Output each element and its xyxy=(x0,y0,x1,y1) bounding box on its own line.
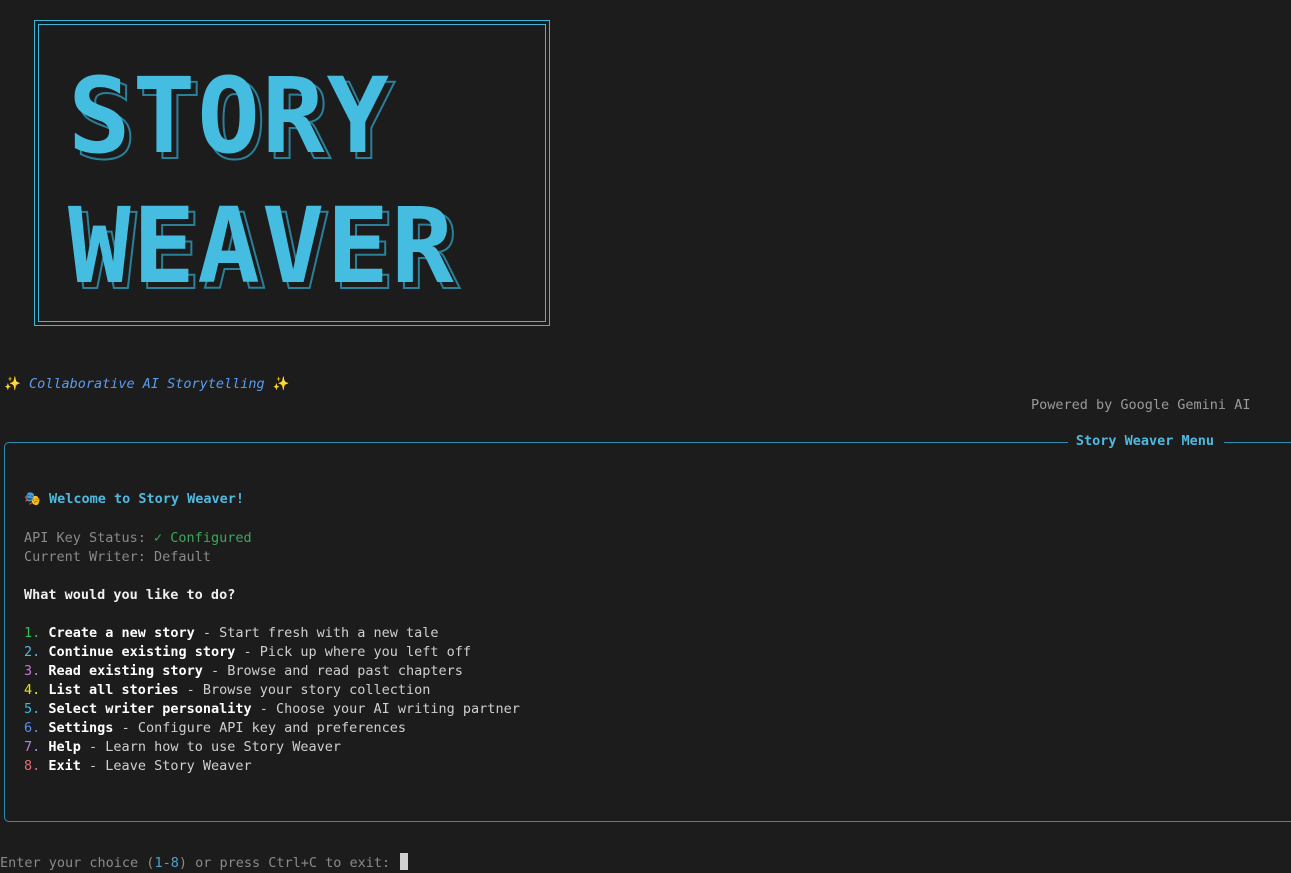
menu-item-name: Create a new story xyxy=(48,625,195,641)
menu-item-8[interactable]: 8. Exit - Leave Story Weaver xyxy=(24,758,252,774)
menu-item-name: Continue existing story xyxy=(48,644,236,660)
tagline: ✨ Collaborative AI Storytelling ✨ xyxy=(4,376,290,392)
menu-item-number: 5. xyxy=(24,701,41,717)
current-writer: Current Writer: Default xyxy=(24,549,211,565)
logo-line1: STORY xyxy=(68,55,391,177)
menu-item-name: Help xyxy=(48,739,81,755)
menu-item-number: 2. xyxy=(24,644,41,660)
menu-item-name: List all stories xyxy=(48,682,179,698)
api-key-label: API Key Status: xyxy=(24,530,155,546)
prompt-before: Enter your choice ( xyxy=(0,855,155,871)
tagline-text: Collaborative AI Storytelling xyxy=(28,376,265,392)
powered-by-text: Powered by Google Gemini AI xyxy=(1031,397,1251,413)
menu-item-name: Read existing story xyxy=(48,663,203,679)
menu-item-name: Select writer personality xyxy=(48,701,252,717)
menu-item-number: 1. xyxy=(24,625,41,641)
menu-item-2[interactable]: 2. Continue existing story - Pick up whe… xyxy=(24,644,471,660)
story-weaver-logo: STORY WEAVER STORY WEAVER xyxy=(68,55,461,314)
prompt-after: ) or press Ctrl+C to exit: xyxy=(178,855,399,871)
api-key-value: ✓ Configured xyxy=(154,530,252,546)
menu-item-name: Settings xyxy=(48,720,114,736)
menu-item-name: Exit xyxy=(48,758,81,774)
menu-panel-title: Story Weaver Menu xyxy=(1067,433,1224,449)
menu-item-description: - Configure API key and preferences xyxy=(113,720,407,736)
theater-masks-icon: 🎭 xyxy=(24,491,41,507)
sparkles-icon: ✨ xyxy=(4,376,21,392)
menu-item-4[interactable]: 4. List all stories - Browse your story … xyxy=(24,682,430,698)
menu-item-number: 4. xyxy=(24,682,41,698)
sparkles-icon: ✨ xyxy=(272,376,290,392)
logo-line2: WEAVER xyxy=(68,185,456,307)
menu-item-description: - Browse your story collection xyxy=(178,682,431,698)
menu-item-number: 7. xyxy=(24,739,41,755)
menu-item-number: 3. xyxy=(24,663,41,679)
menu-question: What would you like to do? xyxy=(24,587,236,603)
menu-item-description: - Browse and read past chapters xyxy=(202,663,463,679)
menu-item-number: 8. xyxy=(24,758,41,774)
prompt-range: 1-8 xyxy=(154,855,179,871)
choice-prompt[interactable]: Enter your choice (1-8) or press Ctrl+C … xyxy=(0,853,409,871)
menu-item-1[interactable]: 1. Create a new story - Start fresh with… xyxy=(24,625,439,641)
menu-title-text: Story Weaver Menu xyxy=(1075,433,1214,449)
menu-item-number: 6. xyxy=(24,720,41,736)
api-key-status: API Key Status: ✓ Configured xyxy=(24,530,252,546)
menu-item-3[interactable]: 3. Read existing story - Browse and read… xyxy=(24,663,463,679)
menu-item-7[interactable]: 7. Help - Learn how to use Story Weaver xyxy=(24,739,341,755)
welcome-text: Welcome to Story Weaver! xyxy=(48,491,245,507)
welcome-heading: 🎭 Welcome to Story Weaver! xyxy=(24,491,244,507)
menu-item-description: - Choose your AI writing partner xyxy=(251,701,520,717)
menu-item-description: - Leave Story Weaver xyxy=(80,758,252,774)
terminal-cursor[interactable] xyxy=(400,853,409,870)
menu-item-5[interactable]: 5. Select writer personality - Choose yo… xyxy=(24,701,520,717)
menu-item-description: - Learn how to use Story Weaver xyxy=(80,739,342,755)
menu-item-6[interactable]: 6. Settings - Configure API key and pref… xyxy=(24,720,406,736)
menu-item-description: - Start fresh with a new tale xyxy=(194,625,439,641)
menu-item-description: - Pick up where you left off xyxy=(235,644,472,660)
